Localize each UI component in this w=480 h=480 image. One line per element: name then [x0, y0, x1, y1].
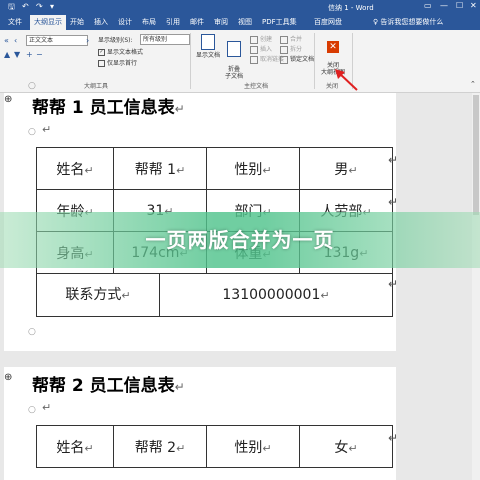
show-first-line-checkbox[interactable]: 仅显示首行 [98, 58, 137, 67]
unlink-button[interactable]: 取消链接 [250, 54, 284, 64]
tab-insert[interactable]: 插入 [94, 17, 108, 27]
outline-tools-group-label: 大纲工具 [84, 83, 109, 90]
show-text-format-checkbox[interactable]: ✓ 显示文本格式 [98, 47, 143, 56]
move-down-icon[interactable]: ▼ [14, 50, 20, 59]
group-separator [314, 33, 315, 89]
tab-design[interactable]: 设计 [118, 17, 132, 27]
tab-mailings[interactable]: 邮件 [190, 17, 204, 27]
maximize-icon[interactable]: ☐ [456, 1, 463, 10]
merge-button[interactable]: 合并 [280, 34, 302, 44]
table-row: 姓名↵ 帮帮 1↵ 性别↵ 男↵ [36, 147, 393, 190]
tab-home[interactable]: 开始 [70, 17, 84, 27]
table-cell[interactable]: 帮帮 2↵ [113, 425, 207, 468]
row-end-mark: ↵ [388, 153, 399, 167]
outline-expand-icon[interactable]: ⊕ [4, 372, 12, 383]
ribbon-display-options-icon[interactable]: ▭ [424, 1, 432, 10]
paragraph-mark: ↵ [42, 123, 52, 136]
tab-baidu-netdisk[interactable]: 百度网盘 [314, 17, 342, 27]
table-cell[interactable]: 性别↵ [206, 425, 300, 468]
save-icon[interactable]: 🖫 [8, 2, 15, 12]
lock-document-button[interactable]: 锁定文档 [280, 54, 314, 64]
table-cell[interactable]: 性别↵ [206, 147, 300, 190]
document-page: ⊕ 帮帮 2 员工信息表↵ ○ ↵ 姓名↵ 帮帮 2↵ 性别↵ 女↵ ↵ [4, 367, 399, 480]
outline-bullet-icon: ○ [28, 327, 36, 337]
tab-references[interactable]: 引用 [166, 17, 180, 27]
title-bar: 🖫 ↶ ↷ ▾ 信纳 1 - Word ▭ — ☐ ✕ [0, 0, 480, 14]
redo-icon[interactable]: ↷ [36, 2, 43, 12]
subdocument-icon [227, 41, 241, 57]
tab-layout[interactable]: 布局 [142, 17, 156, 27]
table-cell[interactable]: 联系方式↵ [37, 274, 160, 316]
row-end-mark: ↵ [388, 431, 399, 445]
customize-quick-access-icon[interactable]: ▾ [50, 2, 54, 12]
minimize-icon[interactable]: — [440, 1, 448, 10]
collapse-ribbon-icon[interactable]: ⌃ [470, 80, 476, 88]
ribbon: « ‹ 正文文本 › ▲ ▼ + − 显示级别(S): 所有级别 ✓ 显示文本格式… [0, 30, 480, 93]
table-cell[interactable]: 姓名↵ [36, 147, 114, 190]
tab-review[interactable]: 审阅 [214, 17, 228, 27]
table-row: 姓名↵ 帮帮 2↵ 性别↵ 女↵ [36, 425, 393, 468]
close-window-icon[interactable]: ✕ [470, 1, 477, 10]
demote-icon[interactable]: › [86, 36, 89, 45]
ribbon-tabs: 文件 大纲显示 开始 插入 设计 布局 引用 邮件 审阅 视图 PDF工具集 百… [0, 14, 480, 30]
move-up-icon[interactable]: ▲ [4, 50, 10, 59]
tab-outline[interactable]: 大纲显示 [30, 15, 66, 30]
outline-bullet-icon: ○ [28, 405, 36, 415]
master-document-group-label: 主控文档 [244, 83, 269, 90]
overlay-banner: 一页两版合并为一页 [0, 212, 480, 268]
annotation-arrow-icon [335, 69, 358, 91]
heading-2: 帮帮 2 员工信息表↵ [32, 376, 185, 396]
split-button[interactable]: 拆分 [280, 44, 302, 54]
tab-view[interactable]: 视图 [238, 17, 252, 27]
close-icon: ✕ [327, 41, 339, 53]
tab-pdf-tools[interactable]: PDF工具集 [262, 17, 297, 27]
collapse-subdocuments-button[interactable]: 折叠 子文档 [222, 34, 246, 80]
insert-button[interactable]: 插入 [250, 44, 272, 54]
group-separator [190, 33, 191, 89]
outline-expand-icon[interactable]: ⊕ [4, 94, 12, 105]
outline-level-select[interactable]: 正文文本 [26, 35, 88, 46]
document-title: 信纳 1 - Word [328, 4, 374, 12]
overlay-title: 一页两版合并为一页 [145, 228, 335, 252]
table-cell[interactable]: 13100000001↵ [160, 274, 392, 316]
vertical-scrollbar[interactable] [472, 93, 480, 480]
undo-icon[interactable]: ↶ [22, 2, 29, 12]
document-area[interactable]: ⊕ ○ 帮帮 1 员工信息表↵ ○ ↵ 姓名↵ 帮帮 1↵ 性别↵ 男↵ 年龄↵… [0, 81, 480, 480]
tell-me-search[interactable]: ♀ 告诉我您想要做什么 [373, 17, 443, 27]
employee-table-2: 姓名↵ 帮帮 2↵ 性别↵ 女↵ [36, 425, 393, 468]
table-row: 联系方式↵ 13100000001↵ [36, 273, 393, 317]
promote-icon[interactable]: ‹ [14, 36, 17, 45]
tab-file[interactable]: 文件 [8, 17, 22, 27]
show-document-button[interactable]: 显示文档 [194, 34, 222, 59]
paragraph-mark: ↵ [42, 401, 52, 414]
outline-bullet-icon: ○ [28, 127, 36, 137]
table-cell[interactable]: 帮帮 1↵ [113, 147, 207, 190]
scrollbar-thumb[interactable] [473, 95, 479, 215]
expand-icon[interactable]: + [26, 50, 33, 59]
create-button[interactable]: 创建 [250, 34, 272, 44]
table-cell[interactable]: 女↵ [299, 425, 393, 468]
table-cell[interactable]: 姓名↵ [36, 425, 114, 468]
show-level-label: 显示级别(S): [98, 37, 133, 44]
table-cell[interactable]: 男↵ [299, 147, 393, 190]
row-end-mark: ↵ [388, 195, 399, 209]
document-icon [201, 34, 215, 50]
heading-1: 帮帮 1 员工信息表↵ [32, 98, 185, 118]
row-end-mark: ↵ [388, 277, 399, 291]
promote-to-heading1-icon[interactable]: « [4, 36, 9, 45]
collapse-icon[interactable]: − [36, 50, 43, 59]
table-cell-merged: 联系方式↵ 13100000001↵ [36, 273, 393, 317]
outline-bullet-icon: ○ [28, 81, 36, 91]
show-level-select[interactable]: 所有级别 [140, 34, 190, 45]
